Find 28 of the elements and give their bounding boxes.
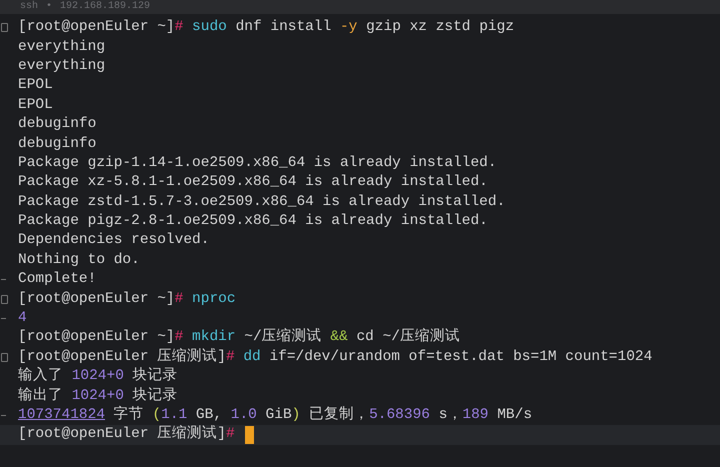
terminal-line: [root@openEuler 压缩测试]# dd if=/dev/urandom of=test.dat bs=1M count=1024	[18, 348, 652, 367]
fold-icon[interactable]	[1, 294, 8, 304]
fold-icon[interactable]	[1, 23, 8, 32]
terminal-line: Package xz-5.8.1-1.oe2509.x86_64 is already installed.	[18, 173, 488, 192]
terminal-line: Package pigz-2.8-1.oe2509.x86_64 is already installed.	[18, 212, 488, 232]
terminal-line: debuginfo	[18, 134, 96, 154]
terminal-line: Package zstd-1.5.7-3.oe2509.x86_64 is already installed.	[18, 192, 506, 212]
terminal-line: 4	[18, 309, 27, 328]
terminal-line: Package gzip-1.14-1.oe2509.x86_64 is already installed.	[18, 154, 497, 173]
terminal-line: everything	[18, 56, 106, 76]
terminal-line: Complete!	[18, 270, 96, 290]
terminal-line: [root@openEuler ~]# mkdir ~/压缩测试 && cd ~/压缩测试	[18, 328, 460, 348]
terminal-line: debuginfo	[18, 115, 96, 134]
terminal-line: Nothing to do.	[18, 250, 140, 270]
fold-icon[interactable]	[1, 352, 8, 362]
terminal-line: 输出了 1024+0 块记录	[18, 386, 178, 406]
terminal-line: EPOL	[18, 96, 53, 115]
tab-separator: •	[46, 2, 52, 12]
terminal-line: [root@openEuler 压缩测试]#	[18, 425, 254, 444]
terminal-line: [root@openEuler ~]# nproc	[18, 290, 236, 309]
terminal-line: [root@openEuler ~]# sudo dnf install -y gzip xz zstd pigz	[18, 18, 514, 38]
terminal-line: Dependencies resolved.	[18, 231, 210, 250]
terminal-line: 输入了 1024+0 块记录	[18, 367, 178, 386]
tab-protocol: ssh	[20, 2, 38, 12]
tab-host: 192.168.189.129	[60, 2, 150, 12]
terminal-line: EPOL	[18, 76, 53, 96]
terminal-line: everything	[18, 38, 106, 57]
terminal-line: 1073741824 字节 (1.1 GB, 1.0 GiB) 已复制，5.68396 s，189 MB/s	[18, 406, 532, 425]
